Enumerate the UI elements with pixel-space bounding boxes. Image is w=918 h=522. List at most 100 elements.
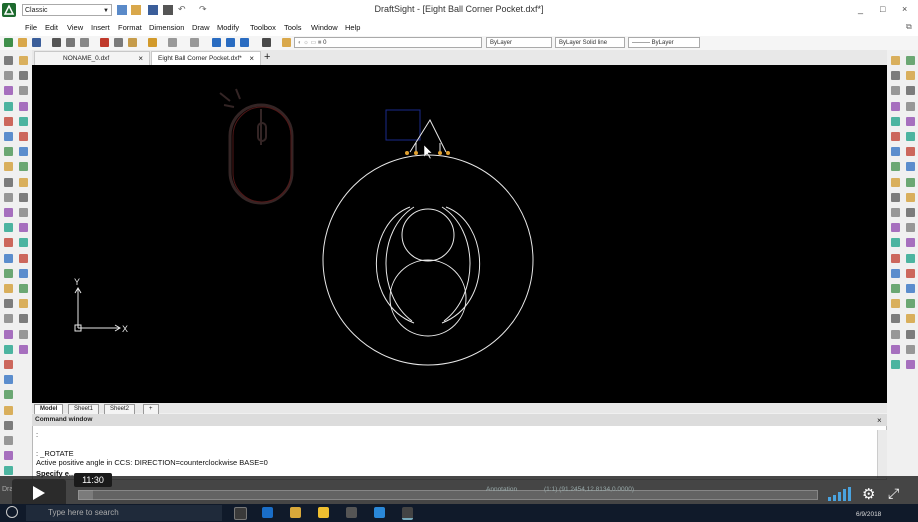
draw-tool-icon[interactable] [4, 223, 13, 233]
draw-tool-icon[interactable] [4, 253, 13, 263]
snap-tool-icon[interactable] [906, 56, 915, 65]
draw-tool-icon[interactable] [4, 116, 13, 126]
redo-icon[interactable] [190, 38, 199, 47]
snap-tool-icon[interactable] [906, 268, 915, 278]
dimension-tool-icon[interactable] [891, 86, 900, 96]
grip-point[interactable] [405, 151, 409, 155]
snap-tool-icon[interactable] [906, 360, 915, 369]
taskbar-search-input[interactable]: Type here to search [26, 505, 222, 521]
modify-tool-icon[interactable] [19, 101, 28, 111]
snap-tool-icon[interactable] [906, 344, 915, 354]
modify-tool-icon[interactable] [19, 116, 28, 126]
menu-modify[interactable]: Modify [217, 23, 239, 32]
modify-tool-icon[interactable] [19, 132, 28, 141]
modify-tool-icon[interactable] [19, 71, 28, 81]
dimension-tool-icon[interactable] [891, 147, 900, 157]
draw-tool-icon[interactable] [4, 162, 13, 172]
draw-tool-icon[interactable] [4, 360, 13, 369]
draw-tool-icon[interactable] [4, 390, 13, 400]
modify-tool-icon[interactable] [19, 253, 28, 263]
modify-tool-icon[interactable] [19, 284, 28, 293]
tab-close-icon[interactable]: × [138, 52, 143, 66]
snap-tool-icon[interactable] [906, 162, 915, 172]
modify-tool-icon[interactable] [19, 329, 28, 339]
paste-icon[interactable] [128, 38, 137, 47]
lineweight-combo[interactable]: ——— ByLayer [628, 37, 700, 48]
dimension-tool-icon[interactable] [891, 329, 900, 339]
snap-tool-icon[interactable] [906, 71, 915, 81]
draw-tool-icon[interactable] [4, 375, 13, 385]
dimension-tool-icon[interactable] [891, 360, 900, 369]
linestyle-combo[interactable]: ByLayer Solid line [555, 37, 625, 48]
draw-tool-icon[interactable] [4, 436, 13, 445]
modify-tool-icon[interactable] [19, 162, 28, 172]
sticky-app-icon[interactable] [318, 507, 329, 518]
draw-tool-icon[interactable] [4, 314, 13, 324]
zoom-window-icon[interactable] [226, 38, 235, 47]
tab-noname[interactable]: NONAME_0.dxf × [34, 51, 150, 65]
minimize-button[interactable]: _ [858, 4, 863, 14]
pan-icon[interactable] [212, 38, 221, 47]
save-icon[interactable] [32, 38, 41, 47]
edge-browser-icon[interactable] [262, 507, 273, 518]
draw-tool-icon[interactable] [4, 132, 13, 141]
modify-tool-icon[interactable] [19, 86, 28, 96]
drawing-canvas[interactable]: Y X [32, 65, 887, 403]
doc-restore-icon[interactable]: ⧉ [906, 22, 912, 32]
file-explorer-icon[interactable] [290, 507, 301, 518]
snap-tool-icon[interactable] [906, 132, 915, 141]
menu-dimension[interactable]: Dimension [149, 23, 184, 32]
dimension-tool-icon[interactable] [891, 71, 900, 81]
zoom-icon[interactable] [80, 38, 89, 47]
snap-tool-icon[interactable] [906, 238, 915, 248]
draw-tool-icon[interactable] [4, 299, 13, 309]
snap-tool-icon[interactable] [906, 116, 915, 126]
volume-icon[interactable] [828, 487, 852, 503]
snap-tool-icon[interactable] [906, 101, 915, 111]
play-button[interactable] [12, 479, 66, 507]
draw-tool-icon[interactable] [4, 405, 13, 415]
snap-tool-icon[interactable] [906, 253, 915, 263]
draw-tool-icon[interactable] [4, 208, 13, 217]
menu-view[interactable]: View [67, 23, 83, 32]
menu-file[interactable]: File [25, 23, 37, 32]
color-combo[interactable]: ByLayer [486, 37, 552, 48]
new-icon[interactable] [4, 38, 13, 47]
menu-format[interactable]: Format [118, 23, 142, 32]
snap-tool-icon[interactable] [906, 192, 915, 202]
dimension-tool-icon[interactable] [891, 116, 900, 126]
dimension-tool-icon[interactable] [891, 284, 900, 293]
draw-tool-icon[interactable] [4, 147, 13, 157]
modify-tool-icon[interactable] [19, 223, 28, 233]
eight-ball-drawing[interactable] [322, 154, 534, 366]
snap-tool-icon[interactable] [906, 208, 915, 217]
copy-icon[interactable] [114, 38, 123, 47]
draw-tool-icon[interactable] [4, 71, 13, 81]
draw-tool-icon[interactable] [4, 466, 13, 476]
modify-tool-icon[interactable] [19, 314, 28, 324]
modify-tool-icon[interactable] [19, 147, 28, 157]
draftsight-task-icon[interactable] [402, 507, 413, 520]
settings-gear-icon[interactable]: ⚙ [862, 485, 875, 503]
grip-point[interactable] [414, 151, 418, 155]
dimension-tool-icon[interactable] [891, 101, 900, 111]
menu-edit[interactable]: Edit [45, 23, 58, 32]
draw-tool-icon[interactable] [4, 56, 13, 65]
dimension-tool-icon[interactable] [891, 132, 900, 141]
undo-icon[interactable] [168, 38, 177, 47]
command-scrollbar[interactable] [877, 430, 887, 478]
snap-tool-icon[interactable] [906, 299, 915, 309]
modify-tool-icon[interactable] [19, 192, 28, 202]
menu-help[interactable]: Help [345, 23, 360, 32]
dimension-tool-icon[interactable] [891, 208, 900, 217]
menu-draw[interactable]: Draw [192, 23, 210, 32]
dimension-tool-icon[interactable] [891, 162, 900, 172]
cortana-icon[interactable] [6, 506, 18, 518]
draw-tool-icon[interactable] [4, 284, 13, 293]
store-icon[interactable] [346, 507, 357, 518]
dimension-tool-icon[interactable] [891, 223, 900, 233]
properties-icon[interactable] [262, 38, 271, 47]
modify-tool-icon[interactable] [19, 238, 28, 248]
add-tab-icon[interactable]: + [264, 51, 270, 63]
video-progress-track[interactable] [78, 490, 818, 500]
